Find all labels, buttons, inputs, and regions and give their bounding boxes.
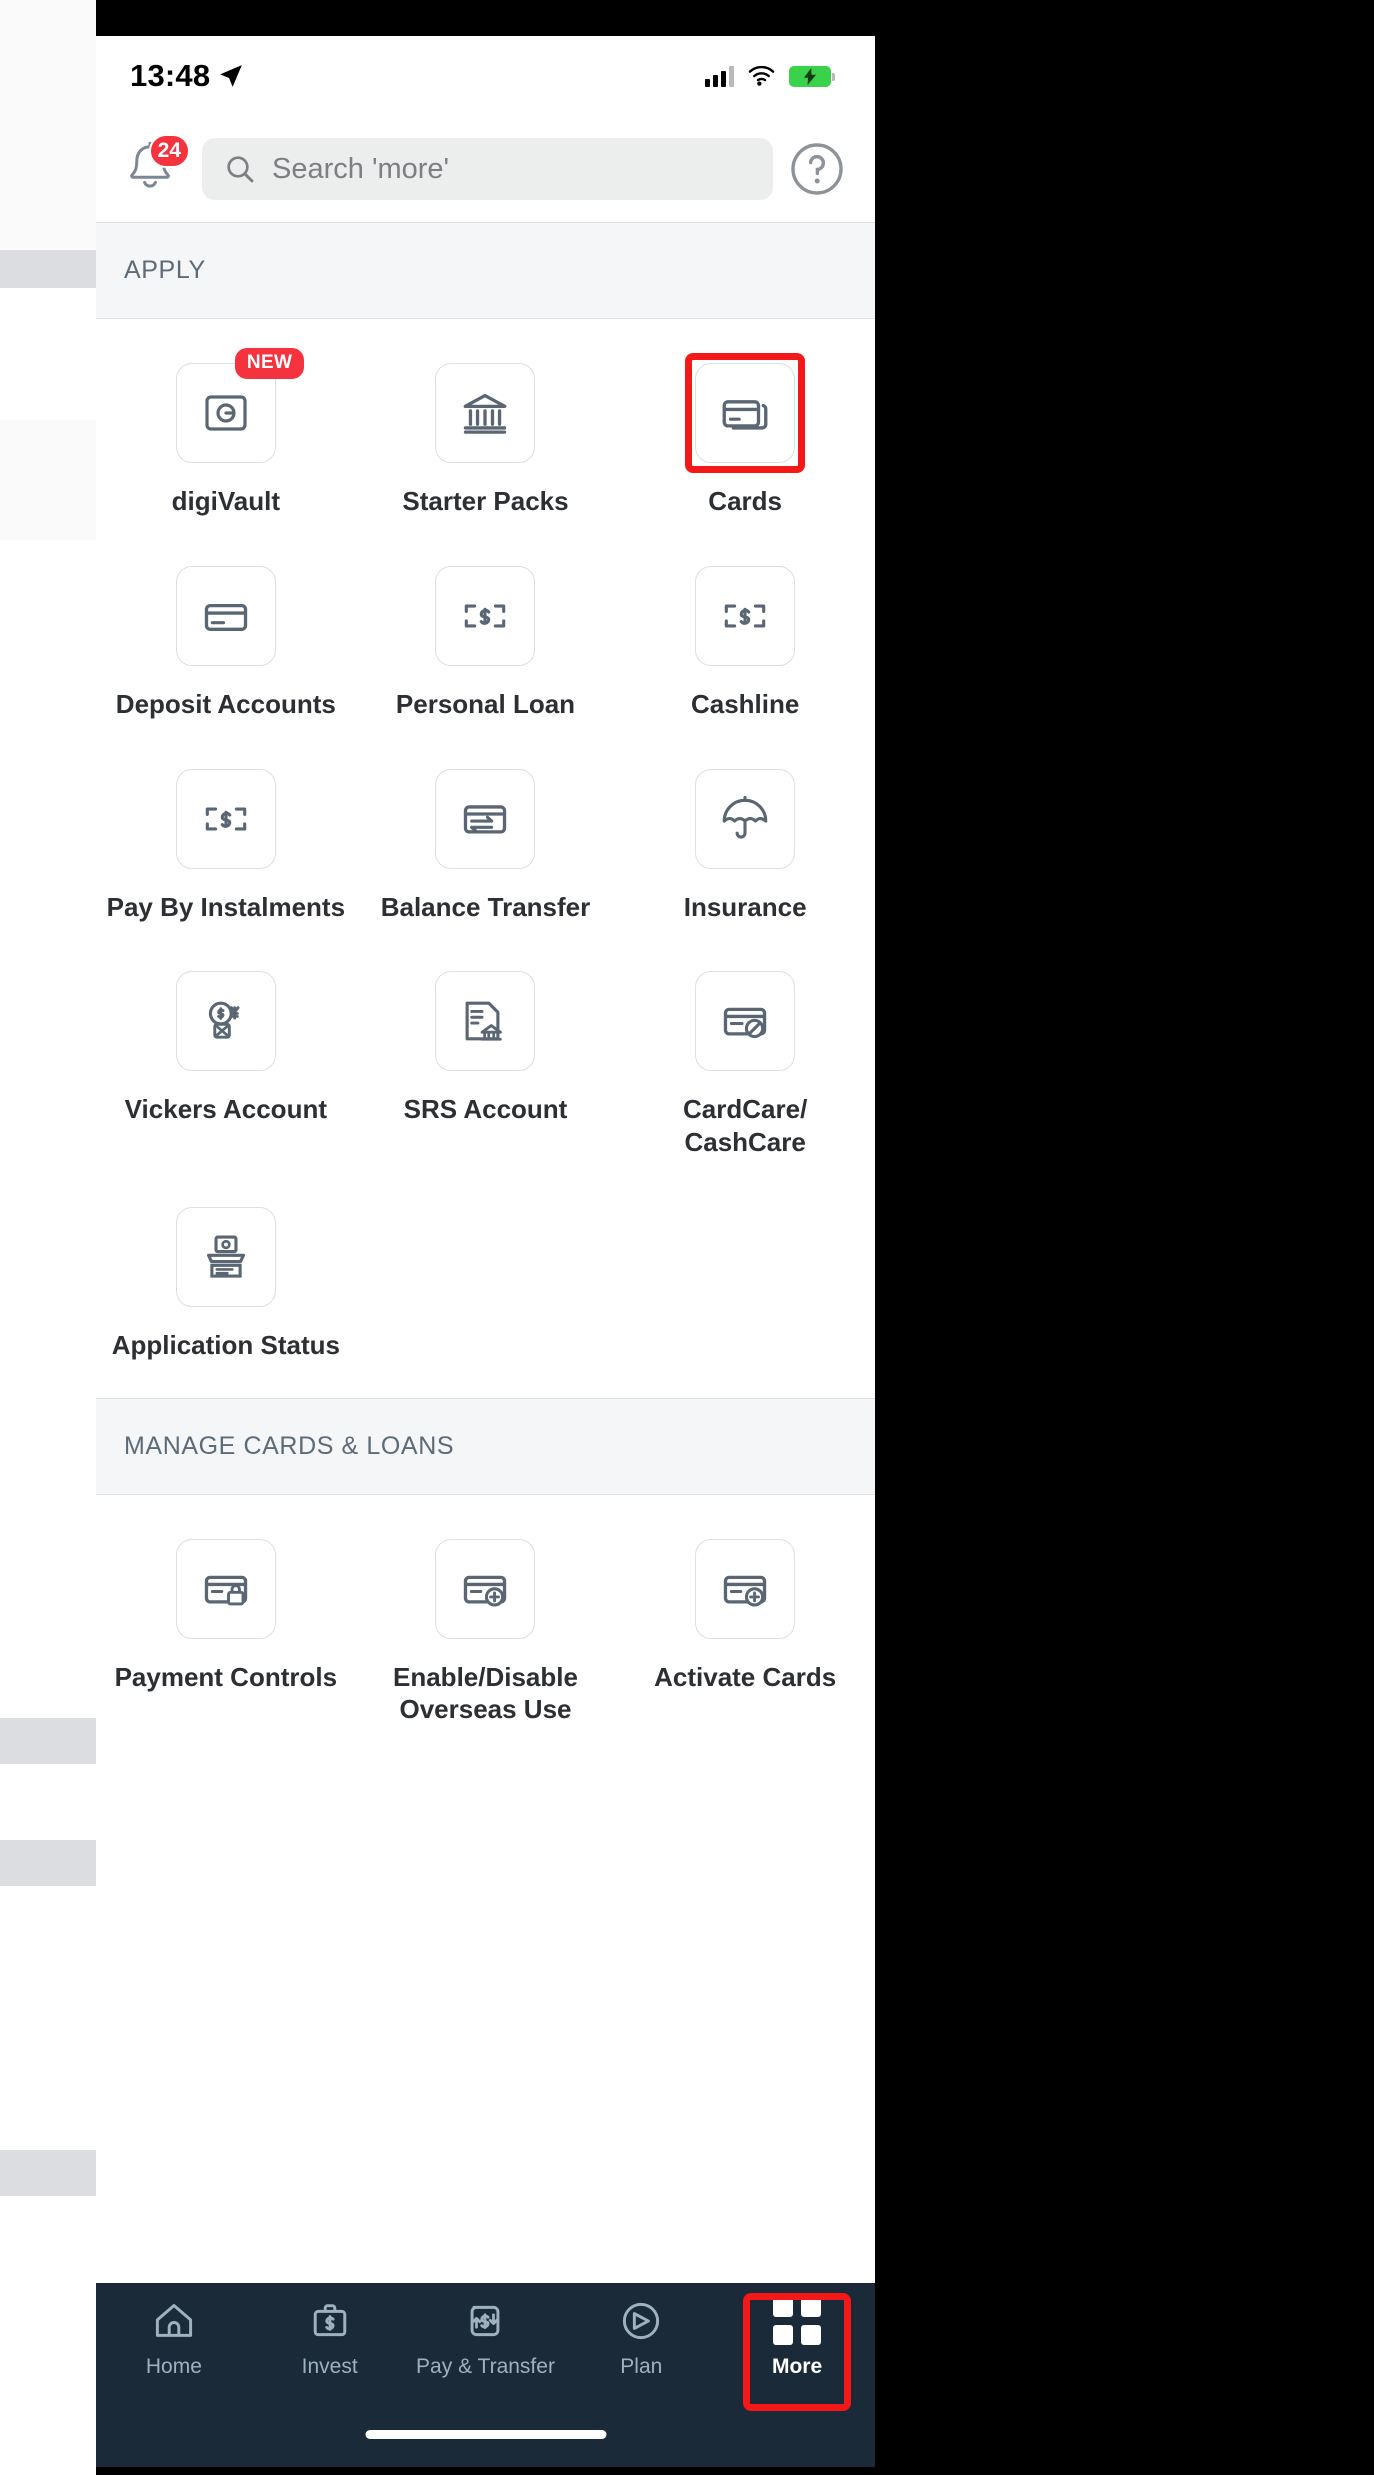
nav-item-home[interactable]: Home [96, 2297, 252, 2415]
notification-badge: 24 [148, 134, 190, 168]
tile-digivault[interactable]: NEW digiVault [96, 341, 356, 544]
phone-viewport: 13:48 24 Search 'more' APPLY NEW digiVau… [96, 36, 875, 2467]
card-plus-icon [435, 1538, 536, 1639]
tile-cardcare-cashcare[interactable]: CardCare/ CashCare [615, 949, 875, 1185]
tile-label: Activate Cards [654, 1661, 837, 1692]
tile-application-status[interactable]: Application Status [96, 1185, 356, 1388]
transfer-money-icon [461, 2297, 509, 2345]
nav-item-more[interactable]: More [719, 2293, 875, 2415]
tile-pay-by-instalments[interactable]: Pay By Instalments [96, 747, 356, 950]
tile-label: CardCare/ CashCare [683, 1094, 808, 1157]
tile-label: digiVault [171, 486, 280, 516]
more-highlight-box [743, 2293, 852, 2411]
card-blocked-icon [695, 971, 796, 1072]
status-time: 13:48 [130, 58, 211, 93]
card-activate-icon [695, 1538, 796, 1639]
search-input[interactable]: Search 'more' [272, 153, 449, 186]
left-edge-strip [0, 0, 96, 2475]
screen-root: 13:48 24 Search 'more' APPLY NEW digiVau… [0, 0, 1374, 2475]
document-bank-icon [435, 971, 536, 1072]
umbrella-icon [695, 768, 796, 869]
nav-label: Home [145, 2355, 202, 2378]
bottom-nav: Home Invest Pay & Transfer Plan More [96, 2283, 875, 2467]
tile-insurance[interactable]: Insurance [615, 747, 875, 950]
battery-charging-icon [789, 65, 835, 87]
cellular-signal-icon [705, 65, 734, 87]
new-badge: NEW [234, 348, 305, 379]
status-bar: 13:48 [96, 36, 875, 116]
tile-srs-account[interactable]: SRS Account [356, 949, 616, 1185]
nav-label: Invest [301, 2355, 358, 2378]
tile-activate-cards[interactable]: Activate Cards [615, 1517, 875, 1753]
apply-grid: NEW digiVault Starter Packs Cards Deposi… [96, 319, 875, 1398]
nav-item-pay-transfer[interactable]: Pay & Transfer [408, 2297, 564, 2415]
money-note-icon [695, 565, 796, 666]
notifications-button[interactable]: 24 [124, 134, 190, 198]
section-header-manage: MANAGE CARDS & LOANS [96, 1397, 875, 1495]
tile-label: Enable/Disable Overseas Use [393, 1661, 578, 1725]
tile-cashline[interactable]: Cashline [615, 544, 875, 747]
tile-label: Application Status [111, 1329, 340, 1360]
app-header: 24 Search 'more' [96, 116, 875, 222]
location-arrow-icon [218, 63, 244, 89]
compass-icon [617, 2297, 665, 2345]
transfer-card-icon [435, 768, 536, 869]
tile-starter-packs[interactable]: Starter Packs [356, 341, 616, 544]
status-document-icon [175, 1206, 276, 1307]
tile-enable-disable-overseas-use[interactable]: Enable/Disable Overseas Use [356, 1517, 616, 1753]
tile-label: Cashline [690, 688, 800, 719]
tile-label: SRS Account [403, 1094, 568, 1125]
deposit-card-icon [175, 565, 276, 666]
money-note-icon [175, 768, 276, 869]
help-question-icon[interactable] [789, 141, 845, 197]
nav-item-invest[interactable]: Invest [252, 2297, 408, 2415]
tile-balance-transfer[interactable]: Balance Transfer [356, 747, 616, 950]
home-icon [150, 2297, 198, 2345]
section-title: MANAGE CARDS & LOANS [124, 1431, 455, 1460]
section-title: APPLY [124, 256, 206, 284]
tile-payment-controls[interactable]: Payment Controls [96, 1517, 356, 1753]
vault-icon: NEW [175, 348, 305, 463]
wifi-icon [748, 65, 775, 87]
tile-personal-loan[interactable]: Personal Loan [356, 544, 616, 747]
tile-label: Personal Loan [395, 688, 576, 719]
tile-empty [356, 1185, 616, 1388]
tile-deposit-accounts[interactable]: Deposit Accounts [96, 544, 356, 747]
tile-label: Payment Controls [114, 1661, 338, 1692]
tile-label: Starter Packs [402, 486, 569, 516]
nav-label: Plan [620, 2355, 663, 2378]
tile-cards[interactable]: Cards [615, 341, 875, 544]
search-bar[interactable]: Search 'more' [202, 138, 773, 200]
card-lock-icon [175, 1538, 276, 1639]
money-note-icon [435, 565, 536, 666]
tile-label: Deposit Accounts [115, 688, 336, 719]
briefcase-dollar-icon [306, 2297, 354, 2345]
section-header-apply: APPLY [96, 222, 875, 319]
tile-label: Insurance [683, 891, 807, 922]
currency-globe-icon [175, 971, 276, 1072]
right-letterbox [875, 0, 1374, 2475]
tile-label: Pay By Instalments [106, 891, 346, 922]
nav-label: Pay & Transfer [416, 2355, 555, 2378]
credit-cards-icon [695, 363, 796, 463]
tile-vickers-account[interactable]: Vickers Account [96, 949, 356, 1185]
manage-grid: Payment Controls Enable/Disable Overseas… [96, 1494, 875, 1762]
home-indicator [365, 2430, 606, 2439]
nav-item-plan[interactable]: Plan [563, 2297, 719, 2415]
search-icon [224, 153, 256, 185]
tile-label: Vickers Account [124, 1094, 327, 1125]
tile-label: Balance Transfer [380, 891, 591, 922]
tile-empty [615, 1185, 875, 1388]
tile-label: Cards [708, 486, 782, 516]
bank-building-icon [435, 363, 536, 463]
